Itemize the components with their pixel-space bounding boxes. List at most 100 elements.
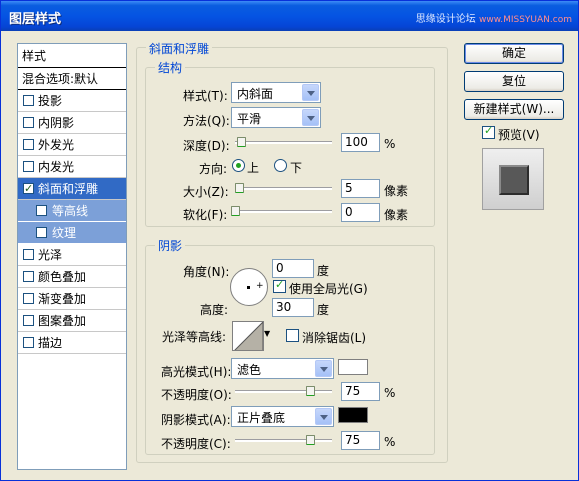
color-overlay-checkbox[interactable]	[23, 271, 34, 282]
stroke-checkbox[interactable]	[23, 337, 34, 348]
direction-label: 方向:	[199, 162, 228, 176]
antialias-label: 消除锯齿(L)	[302, 331, 367, 345]
soften-label: 软化(F):	[183, 208, 228, 222]
global-light-checkbox[interactable]	[273, 278, 286, 293]
depth-input[interactable]: 100	[341, 133, 380, 152]
highlight-opacity-thumb[interactable]	[306, 386, 315, 396]
inner-shadow-checkbox[interactable]	[23, 117, 34, 128]
style-item-label: 等高线	[52, 204, 89, 218]
contour-curve-icon	[234, 322, 263, 350]
title-bar[interactable]: 图层样式 思缘设计论坛 www.MISSYUAN.com	[1, 1, 578, 31]
size-input[interactable]: 5	[341, 179, 380, 198]
style-item-label: 纹理	[52, 226, 77, 240]
contour-dropdown-icon[interactable]: ▼	[264, 329, 270, 338]
chevron-down-icon[interactable]	[302, 84, 319, 101]
layer-style-dialog: 图层样式 思缘设计论坛 www.MISSYUAN.com 样式 混合选项:默认 …	[0, 0, 579, 481]
shadow-color-swatch[interactable]	[338, 407, 368, 423]
bevel-emboss-checkbox[interactable]	[23, 178, 34, 200]
pattern-overlay-checkbox[interactable]	[23, 315, 34, 326]
style-list-header[interactable]: 样式	[18, 44, 126, 68]
depth-label: 深度(D):	[183, 139, 230, 153]
style-label: 样式(T):	[183, 89, 228, 103]
bevel-style-select[interactable]: 内斜面	[231, 82, 321, 103]
style-item-inner-glow[interactable]: 内发光	[18, 156, 126, 178]
technique-select[interactable]: 平滑	[231, 107, 321, 128]
inner-glow-checkbox[interactable]	[23, 161, 34, 172]
global-light-label: 使用全局光(G)	[289, 282, 368, 296]
shadow-mode-label: 阴影模式(A):	[161, 413, 231, 427]
watermark: 思缘设计论坛 www.MISSYUAN.com	[416, 10, 572, 25]
style-item-inner-shadow[interactable]: 内阴影	[18, 112, 126, 134]
style-list: 样式 混合选项:默认 投影 内阴影 外发光 内发光 斜面和浮雕 等高线	[17, 43, 127, 470]
reset-button[interactable]: 复位	[464, 71, 564, 92]
size-unit: 像素	[384, 184, 409, 198]
antialias-checkbox[interactable]	[286, 329, 299, 342]
contour-checkbox[interactable]	[36, 205, 47, 216]
highlight-opacity-input[interactable]: 75	[341, 382, 380, 401]
shadow-opacity-thumb[interactable]	[306, 435, 315, 445]
highlight-color-swatch[interactable]	[338, 359, 368, 375]
new-style-button[interactable]: 新建样式(W)...	[464, 99, 564, 120]
bevel-emboss-title: 斜面和浮雕	[146, 40, 213, 57]
blending-options-item[interactable]: 混合选项:默认	[18, 68, 126, 90]
texture-checkbox[interactable]	[36, 227, 47, 238]
style-item-bevel-emboss[interactable]: 斜面和浮雕	[18, 178, 126, 200]
soften-unit: 像素	[384, 208, 409, 222]
style-item-texture[interactable]: 纹理	[18, 222, 126, 244]
depth-slider-thumb[interactable]	[237, 137, 246, 147]
depth-unit: %	[384, 137, 396, 151]
highlight-mode-select[interactable]: 滤色	[231, 358, 334, 379]
gradient-overlay-checkbox[interactable]	[23, 293, 34, 304]
style-item-label: 图案叠加	[38, 314, 87, 328]
altitude-unit: 度	[317, 303, 330, 317]
chevron-down-icon[interactable]	[315, 360, 332, 377]
direction-up-radio[interactable]	[232, 159, 245, 172]
style-item-contour[interactable]: 等高线	[18, 200, 126, 222]
preview-checkbox[interactable]	[482, 124, 495, 139]
satin-checkbox[interactable]	[23, 249, 34, 260]
highlight-opacity-track[interactable]	[235, 390, 332, 393]
shadow-opacity-label: 不透明度(C):	[161, 437, 231, 451]
ok-button[interactable]: 确定	[464, 43, 564, 64]
angle-unit: 度	[317, 264, 330, 278]
outer-glow-checkbox[interactable]	[23, 139, 34, 150]
shadow-mode-select[interactable]: 正片叠底	[231, 406, 334, 427]
chevron-down-icon[interactable]	[315, 408, 332, 425]
direction-down-radio[interactable]	[274, 159, 287, 172]
depth-slider-track[interactable]	[235, 141, 332, 144]
angle-input[interactable]: 0	[272, 259, 314, 278]
altitude-label: 高度:	[200, 303, 229, 317]
style-item-label: 外发光	[38, 138, 75, 152]
style-item-label: 内阴影	[38, 116, 75, 130]
gloss-contour-picker[interactable]	[232, 321, 264, 351]
altitude-input[interactable]: 30	[272, 298, 314, 317]
style-item-gradient-overlay[interactable]: 渐变叠加	[18, 288, 126, 310]
direction-up-label: 上	[247, 161, 260, 175]
structure-title: 结构	[155, 59, 186, 76]
style-item-label: 斜面和浮雕	[38, 182, 99, 196]
soften-input[interactable]: 0	[341, 203, 380, 222]
size-slider-thumb[interactable]	[235, 183, 244, 193]
size-label: 大小(Z):	[183, 185, 229, 199]
shadow-opacity-input[interactable]: 75	[341, 431, 380, 450]
style-item-label: 内发光	[38, 160, 75, 174]
technique-label: 方法(Q):	[183, 114, 230, 128]
highlight-mode-label: 高光模式(H):	[161, 365, 232, 379]
style-item-stroke[interactable]: 描边	[18, 332, 126, 354]
style-item-outer-glow[interactable]: 外发光	[18, 134, 126, 156]
angle-dial[interactable]: +	[230, 268, 268, 306]
drop-shadow-checkbox[interactable]	[23, 95, 34, 106]
style-item-color-overlay[interactable]: 颜色叠加	[18, 266, 126, 288]
shadow-opacity-unit: %	[384, 435, 396, 449]
style-preview-thumbnail	[482, 148, 544, 210]
soften-slider-thumb[interactable]	[231, 206, 240, 216]
style-item-satin[interactable]: 光泽	[18, 244, 126, 266]
chevron-down-icon[interactable]	[302, 109, 319, 126]
size-slider-track[interactable]	[235, 187, 332, 190]
bevel-style-value: 内斜面	[237, 87, 274, 101]
style-item-pattern-overlay[interactable]: 图案叠加	[18, 310, 126, 332]
style-list-header-label: 样式	[22, 49, 47, 63]
shadow-opacity-track[interactable]	[235, 439, 332, 442]
soften-slider-track[interactable]	[235, 210, 332, 213]
style-item-drop-shadow[interactable]: 投影	[18, 90, 126, 112]
